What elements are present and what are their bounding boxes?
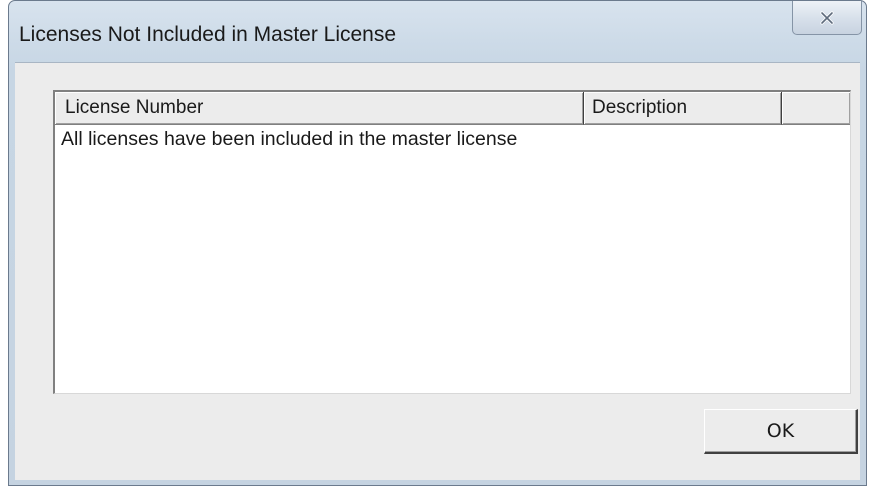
list-header: License Number Description: [55, 92, 850, 125]
dialog-client-area: License Number Description All licenses …: [15, 62, 860, 480]
list-item[interactable]: All licenses have been included in the m…: [55, 125, 850, 153]
licenses-list-view[interactable]: License Number Description All licenses …: [53, 90, 851, 394]
licenses-dialog: Licenses Not Included in Master License …: [8, 0, 867, 486]
column-header-filler[interactable]: [782, 92, 850, 125]
window-title: Licenses Not Included in Master License: [19, 23, 397, 46]
ok-button[interactable]: OK: [704, 409, 858, 454]
title-bar[interactable]: Licenses Not Included in Master License: [9, 1, 866, 63]
close-button[interactable]: [792, 1, 862, 35]
column-header-license-number[interactable]: License Number: [55, 92, 584, 125]
close-icon: [820, 10, 834, 25]
column-header-description[interactable]: Description: [584, 92, 782, 125]
list-body: All licenses have been included in the m…: [55, 125, 850, 153]
